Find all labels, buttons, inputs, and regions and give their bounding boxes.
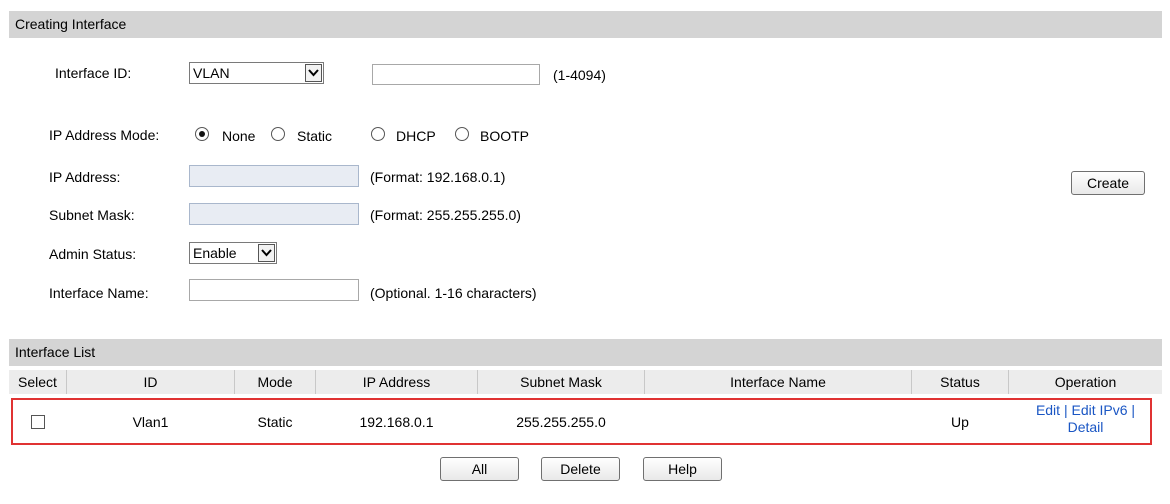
interface-type-select[interactable]: VLAN [189,62,324,84]
ip-mode-none-radio[interactable] [195,127,209,141]
ip-address-input[interactable] [189,165,359,187]
ip-address-label: IP Address: [49,169,121,185]
subnet-mask-input[interactable] [189,203,359,225]
interface-name-label: Interface Name: [49,285,149,301]
column-header-interface-name: Interface Name [730,374,826,390]
interface-list-header: Interface List [9,339,1162,366]
interface-id-label: Interface ID: [55,65,132,81]
ip-mode-static-radio[interactable] [271,127,285,141]
column-header-mode: Mode [257,374,293,390]
column-header-id: ID [143,374,158,390]
ip-mode-dhcp-label: DHCP [396,128,436,144]
ip-mode-none-label: None [222,128,256,144]
row-highlight-box [11,398,1152,445]
column-header-ip-address: IP Address [362,374,431,390]
interface-name-format-hint: (Optional. 1-16 characters) [370,285,537,301]
ip-address-format-hint: (Format: 192.168.0.1) [370,169,506,185]
select-all-button[interactable]: All [440,457,519,481]
column-header-status: Status [940,374,980,390]
admin-status-select[interactable]: Enable [189,242,277,264]
ip-mode-bootp-radio[interactable] [455,127,469,141]
ip-mode-static-label: Static [297,128,333,144]
chevron-down-icon [258,244,275,262]
column-header-subnet-mask: Subnet Mask [520,374,602,390]
create-button[interactable]: Create [1071,171,1145,195]
column-header-operation: Operation [1054,374,1117,390]
interface-id-range-hint: (1-4094) [553,67,606,83]
column-header-select: Select [18,374,57,390]
subnet-mask-label: Subnet Mask: [49,207,135,223]
interface-type-value: VLAN [193,65,230,81]
creating-interface-header: Creating Interface [9,11,1162,38]
chevron-down-icon [305,64,322,82]
admin-status-value: Enable [193,245,237,261]
subnet-mask-format-hint: (Format: 255.255.255.0) [370,207,521,223]
ip-mode-dhcp-radio[interactable] [371,127,385,141]
ip-mode-label: IP Address Mode: [49,127,160,143]
delete-button[interactable]: Delete [541,457,620,481]
ip-mode-bootp-label: BOOTP [480,128,530,144]
interface-id-input[interactable] [372,64,540,85]
admin-status-label: Admin Status: [49,246,137,262]
help-button[interactable]: Help [643,457,722,481]
interface-name-input[interactable] [189,279,359,301]
